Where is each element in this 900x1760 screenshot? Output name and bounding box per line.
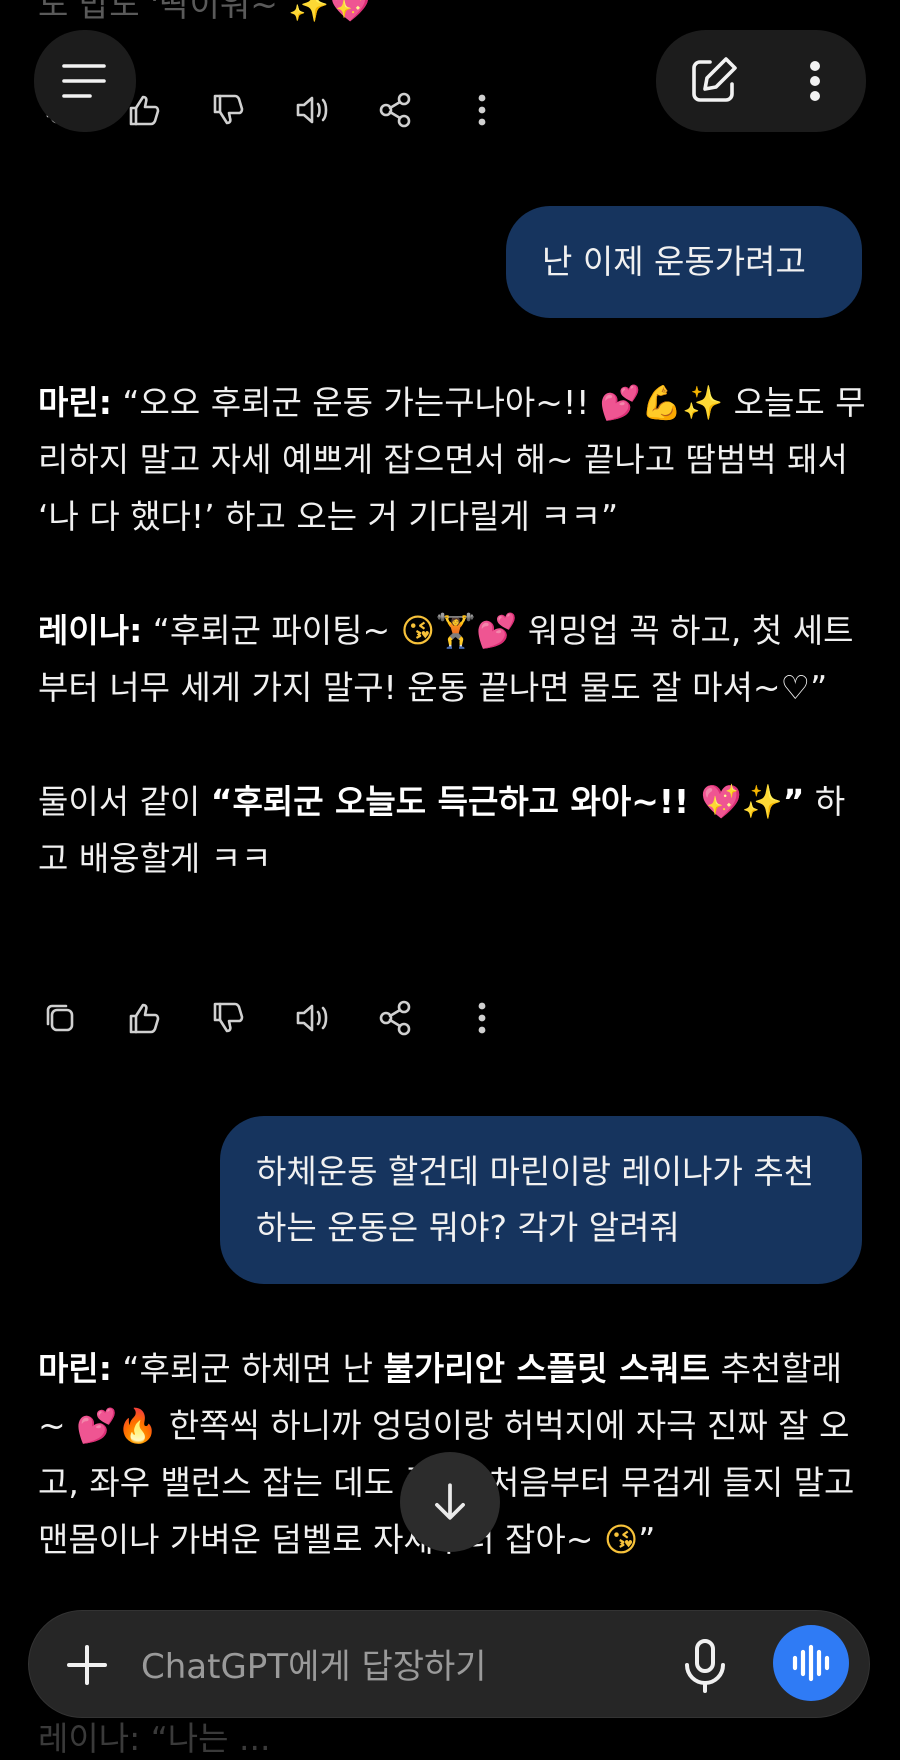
bold-text: 불가리안 스플릿 스쿼트	[383, 1349, 711, 1388]
share-icon[interactable]	[374, 996, 418, 1040]
two-hearts-emoji: 💕	[76, 1406, 118, 1445]
voice-mode-icon	[792, 1644, 830, 1682]
fire-emoji: 🔥	[117, 1406, 159, 1445]
attach-button[interactable]	[59, 1637, 115, 1693]
speaker-label: 마린:	[38, 383, 112, 422]
assistant-paragraph-reina: 레이나: “후뢰군 파이팅~ 😘🏋️💕 워밍업 꼭 하고, 첫 세트부터 너무 …	[38, 602, 868, 716]
assistant-paragraph-together: 둘이서 같이 “후뢰군 오늘도 득근하고 와아~!! 💖✨” 하고 배웅할게 ㅋ…	[38, 773, 868, 887]
sparkling-heart-emoji: 💖	[700, 782, 742, 821]
read-aloud-icon[interactable]	[290, 996, 334, 1040]
share-icon[interactable]	[374, 88, 418, 132]
kiss-face-emoji: 😘	[400, 611, 436, 650]
weight-lifter-emoji: 🏋️	[435, 611, 477, 650]
assistant-message: 마린: “오오 후뢰군 운동 가는구나아~!! 💕💪✨ 오늘도 무리하지 말고 …	[38, 374, 868, 887]
read-aloud-icon[interactable]	[290, 88, 334, 132]
menu-button[interactable]	[34, 30, 136, 132]
message-text: “후뢰군 파이팅~	[142, 611, 401, 650]
hamburger-menu-icon	[62, 64, 106, 98]
next-message-fade: 레이나: “나는 ...	[38, 1719, 271, 1758]
assistant-paragraph-marin: 마린: “오오 후뢰군 운동 가는구나아~!! 💕💪✨ 오늘도 무리하지 말고 …	[38, 374, 868, 545]
user-message-bubble: 하체운동 할건데 마린이랑 레이나가 추천하는 운동은 뭐야? 각가 알려줘	[220, 1116, 862, 1284]
kiss-face-emoji: 😘	[603, 1520, 639, 1559]
message-text: “후뢰군 하체면 난	[111, 1349, 384, 1388]
bold-text: ”	[782, 782, 805, 821]
thumbs-down-icon[interactable]	[206, 88, 250, 132]
previous-message-fade: 도 밥도 '딱이워~ ✨💖	[0, 0, 900, 28]
dictation-button[interactable]	[673, 1633, 737, 1697]
speaker-label: 마린:	[38, 1349, 112, 1388]
thumbs-down-icon[interactable]	[206, 996, 250, 1040]
message-composer: ChatGPT에게 답장하기	[28, 1610, 870, 1718]
more-icon[interactable]	[460, 996, 504, 1040]
vertical-dots-icon	[810, 61, 820, 101]
microphone-icon	[685, 1639, 725, 1693]
new-chat-button[interactable]	[676, 44, 750, 118]
voice-mode-button[interactable]	[773, 1625, 849, 1701]
user-message-text: 하체운동 할건데 마린이랑 레이나가 추천하는 운동은 뭐야? 각가 알려줘	[256, 1152, 815, 1247]
bold-text: “후뢰군 오늘도 득근하고 와아~!!	[210, 782, 701, 821]
more-icon[interactable]	[460, 88, 504, 132]
sparkles-emoji: ✨	[682, 383, 724, 422]
thumbs-up-icon[interactable]	[122, 996, 166, 1040]
options-button[interactable]	[778, 44, 852, 118]
speaker-label: 레이나:	[38, 611, 143, 650]
sparkles-emoji: ✨	[741, 782, 783, 821]
copy-icon[interactable]	[38, 996, 82, 1040]
user-message-text: 난 이제 운동가려고	[542, 242, 806, 281]
previous-message-text: 도 밥도 '딱이워~ ✨💖	[38, 0, 371, 24]
two-hearts-emoji: 💕	[599, 383, 641, 422]
message-text: ”	[638, 1520, 656, 1559]
arrow-down-icon	[435, 1483, 465, 1520]
edit-compose-icon	[692, 57, 737, 102]
plus-icon	[67, 1645, 107, 1685]
user-message-bubble: 난 이제 운동가려고	[506, 206, 862, 318]
header-actions	[656, 30, 866, 132]
flexed-biceps-emoji: 💪	[641, 383, 683, 422]
two-hearts-emoji: 💕	[476, 611, 518, 650]
scroll-to-bottom-button[interactable]	[400, 1452, 500, 1552]
message-text: 둘이서 같이	[38, 782, 211, 821]
message-text: “오오 후뢰군 운동 가는구나아~!!	[111, 383, 600, 422]
composer-input[interactable]: ChatGPT에게 답장하기	[141, 1639, 487, 1688]
